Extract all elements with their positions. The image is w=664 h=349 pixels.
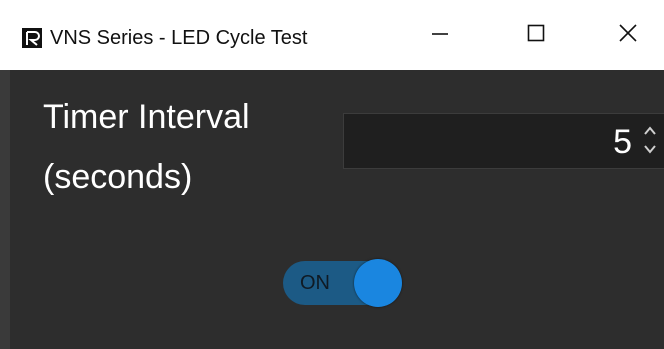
toggle-knob[interactable] — [354, 259, 402, 307]
toggle-label: ON — [300, 272, 330, 294]
app-icon — [22, 28, 42, 48]
timer-interval-value: 5 — [613, 123, 632, 161]
spin-buttons[interactable] — [642, 120, 658, 160]
app-window: VNS Series - LED Cycle Test Timer Interv… — [0, 0, 664, 349]
spin-up-icon — [644, 126, 656, 135]
window-title: VNS Series - LED Cycle Test — [50, 27, 308, 49]
maximize-button[interactable] — [496, 0, 576, 70]
maximize-icon — [526, 23, 546, 48]
close-icon — [618, 23, 638, 48]
window-border — [0, 70, 10, 349]
close-button[interactable] — [588, 0, 664, 70]
minimize-icon — [430, 23, 450, 48]
title-bar[interactable]: VNS Series - LED Cycle Test — [0, 0, 664, 70]
minimize-button[interactable] — [400, 0, 480, 70]
spin-down-icon — [644, 145, 656, 154]
timer-interval-input[interactable]: 5 — [343, 113, 664, 169]
timer-interval-unit-label: (seconds) — [43, 158, 193, 196]
timer-interval-label: Timer Interval — [43, 98, 250, 136]
